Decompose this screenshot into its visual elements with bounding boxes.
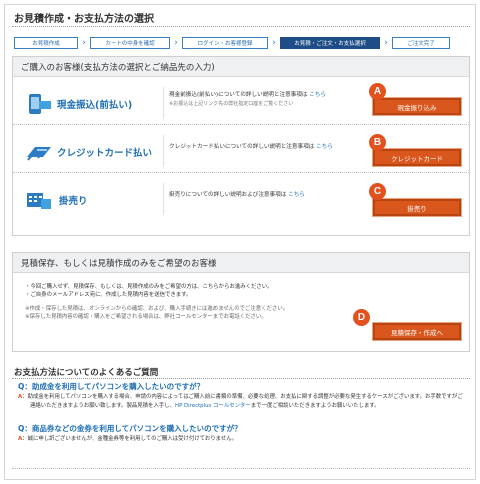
divider: [163, 183, 164, 215]
payment-desc-invoice: 掛売りについての詳しい説明および注意事項は こちら: [169, 191, 369, 200]
q-label: Q：: [18, 424, 32, 433]
marker-a: A: [369, 83, 386, 100]
bank-transfer-icon: [29, 94, 51, 114]
answer-text: 誠に申し訳ございませんが、金種金券等を利用してのご購入は受け付けておりません。: [27, 436, 238, 442]
save-estimate-button[interactable]: 見積保存・作成へ: [373, 323, 461, 340]
purchase-section: ご購入のお客様(支払方法の選択とご納品先の入力) 現金振込(前払い) 現金前振込…: [12, 56, 470, 236]
desc-text: クレジットカード払いについての詳しい説明と注意事項は: [169, 144, 315, 150]
estimate-section: 見積保存、もしくは見積作成のみをご希望のお客様 ・今回ご購入せず、見積保存、もし…: [12, 252, 470, 352]
bank-transfer-button[interactable]: 現金振り込み: [373, 98, 461, 115]
divider: [163, 135, 164, 167]
marker-c: C: [369, 183, 386, 200]
details-link-bank-transfer[interactable]: こちら: [309, 92, 326, 98]
marker-d: D: [353, 309, 370, 326]
answer-text: まで一度ご相談いただきますようお願いいたします。: [250, 403, 380, 409]
marker-b: B: [369, 134, 386, 151]
payment-desc-bank-transfer: 現金前振込(前払い)についての詳しい説明と注意事項は こちら ※お振込は上記リン…: [169, 91, 369, 109]
progress-steps: お見積作成 › カートの中身を確認 › ログイン・お客様登録 › お見積・ご注文…: [14, 36, 470, 50]
a-label: A：: [18, 394, 28, 400]
chevron-right-icon: ›: [82, 38, 86, 48]
title-divider: [12, 26, 470, 27]
faq-answer-1: A：助成金を利用してパソコンを購入する場合、申請の内容によってはご購入前に書類の…: [18, 393, 466, 411]
details-link-invoice[interactable]: こちら: [288, 192, 305, 198]
payment-desc-credit-card: クレジットカード払いについての詳しい説明と注意事項は こちら: [169, 143, 369, 152]
invoice-icon: [27, 193, 51, 209]
estimate-line: ・ご自身のメールアドレス宛に、作成した見積内容を送信できます。: [25, 292, 192, 298]
estimate-note: ※作成・保存した見積は、オンラインからの確認、および、購入手続きには進めませんの…: [25, 306, 289, 312]
faq-title: お支払方法についてのよくあるご質問: [14, 368, 159, 378]
faq-divider: [12, 378, 470, 379]
step-payment-active: お見積・ご注文・お支払選択: [280, 37, 380, 49]
question-text: 商品券などの金券を利用してパソコンを購入したいのですが？: [31, 424, 242, 433]
faq-question-1[interactable]: Q：助成金を利用してパソコンを購入したいのですが？: [18, 382, 466, 392]
details-link-credit-card[interactable]: こちら: [316, 144, 333, 150]
estimate-note: ※保存した見積内容の確認・購入をご希望される場合は、弊社コールセンターまでお電話…: [25, 314, 267, 320]
purchase-heading: ご購入のお客様(支払方法の選択とご納品先の入力): [13, 57, 469, 77]
page-title: お見積作成・お支払方法の選択: [14, 14, 154, 25]
step-complete: ご注文完了: [392, 37, 450, 49]
estimate-line: ・今回ご購入せず、見積保存、もしくは、見積作成のみをご希望の方は、こちらからお進…: [25, 284, 273, 290]
faq-answer-2: A：誠に申し訳ございませんが、金種金券等を利用してのご購入は受け付けておりません…: [18, 435, 466, 444]
faq-question-2[interactable]: Q：商品券などの金券を利用してパソコンを購入したいのですが？: [18, 424, 466, 434]
invoice-button[interactable]: 掛売り: [373, 199, 461, 216]
chevron-right-icon: ›: [272, 38, 276, 48]
divider: [163, 87, 164, 119]
desc-text: 掛売りについての詳しい説明および注意事項は: [169, 192, 287, 198]
step-cart: カートの中身を確認: [90, 37, 170, 49]
bottom-divider: [12, 468, 470, 469]
chevron-right-icon: ›: [384, 38, 388, 48]
question-text: 助成金を利用してパソコンを購入したいのですが？: [31, 382, 205, 391]
chevron-right-icon: ›: [174, 38, 178, 48]
payment-name-bank-transfer: 現金振込(前払い): [57, 100, 133, 111]
credit-card-button[interactable]: クレジットカード: [373, 149, 461, 166]
payment-name-invoice: 掛売り: [59, 196, 88, 207]
faq-item-2: Q：商品券などの金券を利用してパソコンを購入したいのですが？ A：誠に申し訳ござ…: [18, 424, 466, 444]
payment-row-credit-card: クレジットカード払い クレジットカード払いについての詳しい説明と注意事項は こち…: [13, 129, 469, 173]
payment-name-credit-card: クレジットカード払い: [57, 148, 153, 159]
step-estimate: お見積作成: [14, 37, 78, 49]
q-label: Q：: [18, 382, 32, 391]
a-label: A：: [18, 436, 28, 442]
desc-text: 現金前振込(前払い)についての詳しい説明と注意事項は: [169, 92, 308, 98]
step-login: ログイン・お客様登録: [182, 37, 268, 49]
payment-row-invoice: 掛売り 掛売りについての詳しい説明および注意事項は こちら 掛売り C: [13, 177, 469, 221]
credit-card-icon: [27, 147, 51, 161]
payment-row-bank-transfer: 現金振込(前払い) 現金前振込(前払い)についての詳しい説明と注意事項は こちら…: [13, 81, 469, 125]
faq-item-1: Q：助成金を利用してパソコンを購入したいのですが？ A：助成金を利用してパソコン…: [18, 382, 466, 411]
estimate-heading: 見積保存、もしくは見積作成のみをご希望のお客様: [13, 253, 469, 273]
note-text: ※お振込は上記リンク先の弊社指定口座をご覧ください: [169, 101, 294, 107]
callcenter-link[interactable]: HP Directplus コールセンター: [175, 403, 251, 409]
